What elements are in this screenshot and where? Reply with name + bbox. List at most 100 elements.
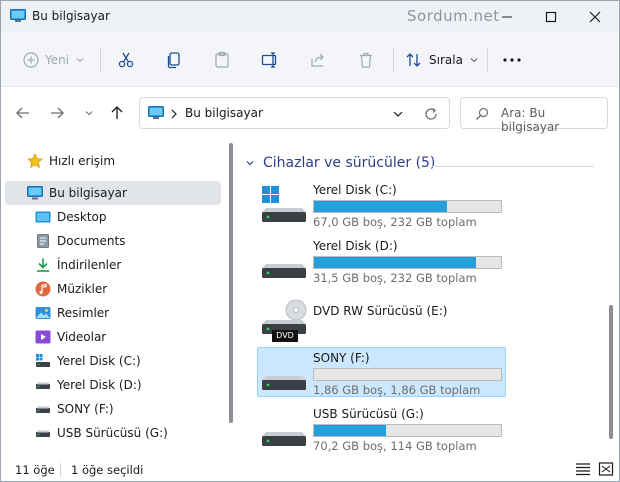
back-button[interactable]	[11, 101, 35, 125]
toolbar-separator	[393, 48, 394, 72]
chevron-down-icon[interactable]	[392, 108, 404, 120]
drive-item-d[interactable]: Yerel Disk (D:) 31,5 GB boş, 232 GB topl…	[257, 235, 506, 285]
paste-icon	[215, 51, 229, 68]
chevron-down-icon	[85, 111, 93, 116]
group-header[interactable]: Cihazlar ve sürücüler (5)	[245, 155, 435, 171]
recent-locations-button[interactable]	[77, 101, 101, 125]
sidebar-item-label: Bu bilgisayar	[49, 186, 127, 200]
content-pane: Cihazlar ve sürücüler (5) Yerel Disk (C:…	[237, 139, 619, 455]
chevron-right-icon	[171, 109, 177, 119]
plus-circle-icon	[23, 52, 39, 68]
drive-item-f[interactable]: SONY (F:) 1,86 GB boş, 1,86 GB toplam	[257, 347, 506, 397]
drive-icon	[262, 264, 306, 278]
maximize-button[interactable]	[529, 1, 573, 33]
delete-button[interactable]	[351, 45, 381, 75]
status-separator	[60, 463, 61, 477]
details-view-icon[interactable]	[575, 462, 591, 476]
sort-button[interactable]: Sırala	[404, 45, 480, 75]
drive-item-g[interactable]: USB Sürücüsü (G:) 70,2 GB boş, 114 GB to…	[257, 403, 506, 453]
refresh-icon[interactable]	[424, 107, 438, 121]
address-path: Bu bilgisayar	[185, 106, 263, 120]
drive-item-e[interactable]: DVD DVD RW Sürücüsü (E:)	[257, 291, 506, 342]
file-explorer-window: Bu bilgisayar Sordum.net Yeni Sırala Bu …	[0, 0, 620, 482]
drive-icon	[262, 376, 306, 390]
usage-bar	[313, 424, 502, 437]
sidebar-item-label: Yerel Disk (C:)	[57, 354, 141, 368]
drive-name: Yerel Disk (D:)	[313, 239, 398, 253]
chevron-down-icon	[246, 161, 254, 166]
close-button[interactable]	[573, 1, 617, 33]
more-button[interactable]	[497, 45, 527, 75]
forward-button[interactable]	[45, 101, 69, 125]
rename-icon	[261, 52, 277, 68]
sidebar-item-documents[interactable]: Documents	[5, 229, 221, 253]
share-icon	[311, 53, 324, 67]
sidebar-item-music[interactable]: Müzikler	[5, 277, 221, 301]
sidebar-item-label: Hızlı erişim	[49, 154, 116, 168]
dvd-badge: DVD	[272, 330, 298, 342]
sidebar-item-desktop[interactable]: Desktop	[5, 205, 221, 229]
sidebar-item-videos[interactable]: Videolar	[5, 325, 221, 349]
copy-button[interactable]	[159, 45, 189, 75]
tiles-view-icon[interactable]	[598, 462, 614, 476]
group-title: Cihazlar ve sürücüler (5)	[263, 155, 436, 171]
close-icon	[589, 11, 601, 23]
sidebar-item-quick-access[interactable]: Hızlı erişim	[5, 149, 221, 173]
drive-detail: 31,5 GB boş, 232 GB toplam	[313, 271, 477, 285]
sidebar-item-drive-g[interactable]: USB Sürücüsü (G:)	[5, 421, 221, 445]
drive-icon	[36, 430, 50, 437]
computer-icon	[148, 106, 164, 119]
search-icon	[476, 107, 489, 120]
videos-icon	[35, 330, 51, 344]
minimize-button[interactable]	[485, 1, 529, 33]
sidebar-item-downloads[interactable]: İndirilenler	[5, 253, 221, 277]
usage-bar	[313, 256, 502, 269]
star-icon	[27, 153, 43, 169]
usage-bar-fill	[314, 201, 447, 212]
sidebar-item-label: USB Sürücüsü (G:)	[57, 426, 168, 440]
sidebar-item-label: Yerel Disk (D:)	[57, 378, 142, 392]
search-placeholder: Ara: Bu bilgisayar	[501, 106, 560, 134]
drive-name: USB Sürücüsü (G:)	[313, 407, 424, 421]
sidebar-item-label: Desktop	[57, 210, 107, 224]
new-button[interactable]: Yeni	[17, 45, 91, 75]
sidebar-item-label: Videolar	[57, 330, 107, 344]
address-bar[interactable]: Bu bilgisayar	[139, 97, 450, 129]
status-bar: 11 öğe 1 öğe seçildi	[1, 455, 619, 481]
window-title: Bu bilgisayar	[32, 9, 110, 23]
search-input[interactable]: Ara: Bu bilgisayar	[460, 97, 608, 134]
drive-item-c[interactable]: Yerel Disk (C:) 67,0 GB boş, 232 GB topl…	[257, 179, 506, 229]
navigation-pane: Hızlı erişim Bu bilgisayar Desktop Docum…	[1, 139, 229, 455]
usage-bar	[313, 368, 502, 381]
computer-icon	[27, 186, 43, 200]
sidebar-item-label: Müzikler	[57, 282, 108, 296]
music-icon	[35, 281, 51, 297]
chevron-down-icon	[470, 58, 478, 63]
sidebar-item-drive-d[interactable]: Yerel Disk (D:)	[5, 373, 221, 397]
sidebar-item-this-pc[interactable]: Bu bilgisayar	[5, 181, 221, 205]
cut-button[interactable]	[111, 45, 141, 75]
paste-button[interactable]	[207, 45, 237, 75]
desktop-icon	[35, 211, 51, 223]
copy-icon	[167, 52, 180, 69]
share-button[interactable]	[303, 45, 333, 75]
drive-detail: 70,2 GB boş, 114 GB toplam	[313, 439, 477, 453]
sidebar-item-drive-f[interactable]: SONY (F:)	[5, 397, 221, 421]
usage-bar-fill	[314, 425, 386, 436]
sidebar-item-label: Documents	[57, 234, 126, 248]
content-scrollbar[interactable]	[609, 305, 613, 439]
title-bar: Bu bilgisayar Sordum.net	[1, 1, 619, 33]
pictures-icon	[35, 307, 51, 319]
sidebar-scrollbar[interactable]	[229, 143, 233, 423]
drive-name: Yerel Disk (C:)	[313, 183, 397, 197]
documents-icon	[37, 234, 49, 248]
rename-button[interactable]	[255, 45, 285, 75]
up-button[interactable]	[105, 101, 129, 125]
maximize-icon	[545, 11, 557, 23]
selection-count: 1 öğe seçildi	[71, 463, 144, 477]
minimize-icon	[502, 16, 512, 18]
sidebar-item-drive-c[interactable]: Yerel Disk (C:)	[5, 349, 221, 373]
sidebar-item-pictures[interactable]: Resimler	[5, 301, 221, 325]
windows-drive-icon	[36, 354, 50, 367]
sort-icon	[406, 53, 421, 67]
